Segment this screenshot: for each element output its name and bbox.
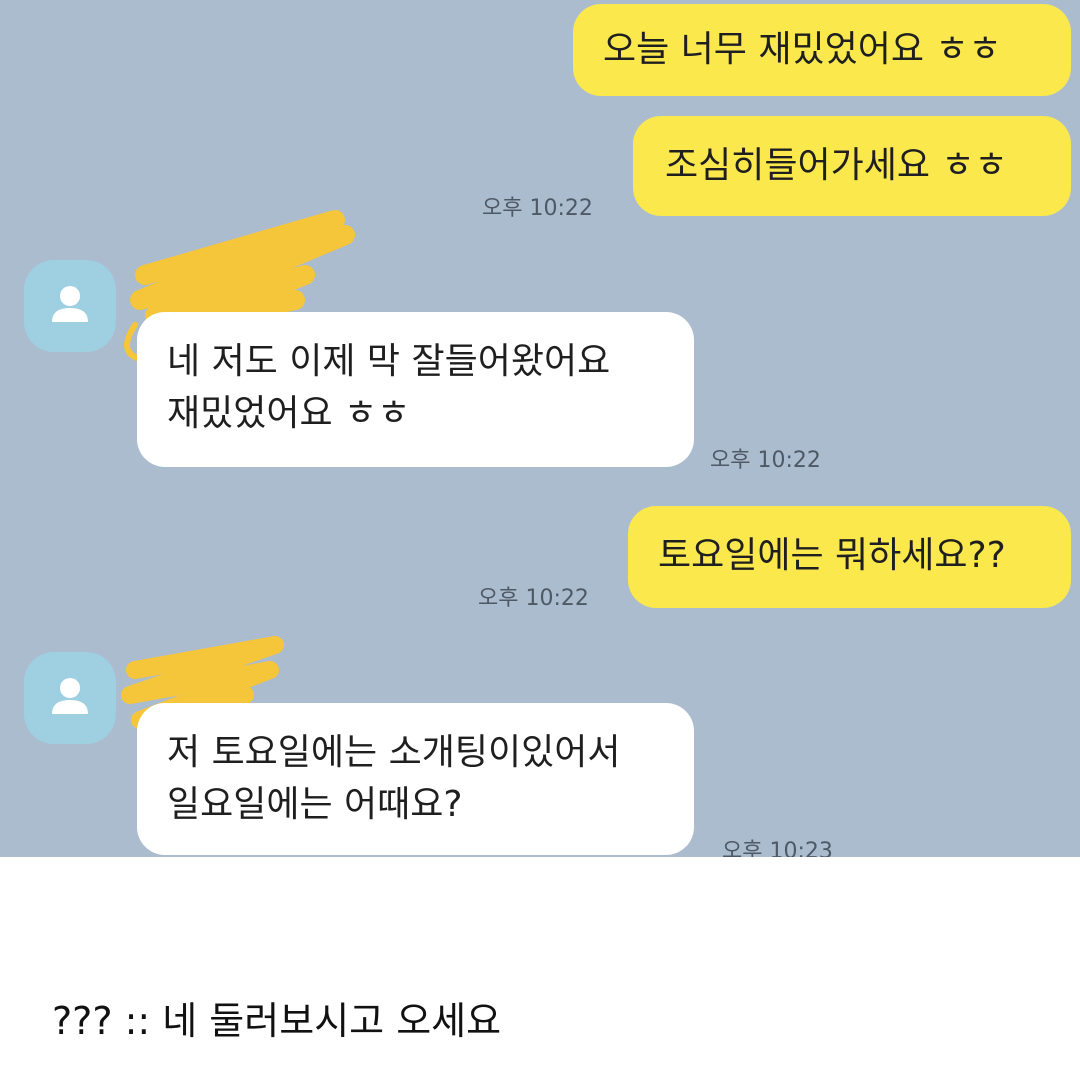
message-text: 토요일에는 뭐하세요?? [658,535,1006,576]
my-message-bubble: 토요일에는 뭐하세요?? [628,506,1071,608]
their-message-bubble: 네 저도 이제 막 잘들어왔어요 재밌었어요 ㅎㅎ [137,312,694,467]
contact-avatar[interactable] [24,260,116,352]
chat-screenshot: 오늘 너무 재밌었어요 ㅎㅎ 조심히들어가세요 ㅎㅎ 오후 10:22 네 저도… [0,0,1080,857]
their-message-bubble: 저 토요일에는 소개팅이있어서 일요일에는 어때요? [137,703,694,855]
message-text: 일요일에는 어때요? [167,784,463,825]
message-timestamp: 오후 10:22 [710,448,821,473]
message-timestamp: 오후 10:22 [482,196,593,221]
post-caption: ??? :: 네 둘러보시고 오세요 [52,999,502,1043]
message-text: 네 저도 이제 막 잘들어왔어요 [167,341,611,382]
message-timestamp: 오후 10:23 [722,839,833,857]
message-text: 오늘 너무 재밌었어요 ㅎㅎ [603,29,1002,70]
contact-avatar[interactable] [24,652,116,744]
message-text: 재밌었어요 ㅎㅎ [167,393,411,434]
message-timestamp: 오후 10:22 [478,586,589,611]
message-text: 조심히들어가세요 ㅎㅎ [665,145,1008,186]
person-icon [52,678,88,714]
message-text: 저 토요일에는 소개팅이있어서 [167,732,621,773]
person-icon [52,286,88,322]
my-message-bubble: 오늘 너무 재밌었어요 ㅎㅎ [573,4,1071,96]
my-message-bubble: 조심히들어가세요 ㅎㅎ [633,116,1071,216]
